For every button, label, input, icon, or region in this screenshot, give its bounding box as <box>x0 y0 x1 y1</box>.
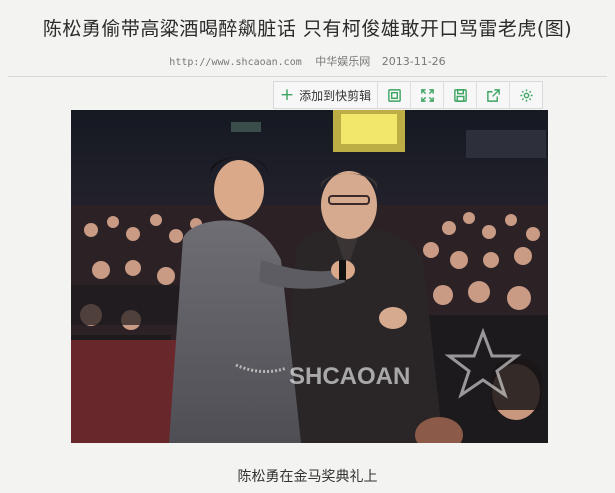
host-face <box>214 160 264 220</box>
add-to-clip-button[interactable]: + 添加到快剪辑 <box>274 82 378 108</box>
publish-date: 2013-11-26 <box>381 55 446 68</box>
article-meta: http://www.shcaoan.com 中华娱乐网 2013-11-26 <box>0 53 615 69</box>
settings-icon <box>519 88 533 102</box>
article-photo: SHCAOAN <box>71 110 548 443</box>
source-name: 中华娱乐网 <box>315 55 371 68</box>
source-url[interactable]: http://www.shcaoan.com <box>169 57 301 68</box>
divider <box>8 76 607 77</box>
expand-icon <box>420 88 434 102</box>
frame-icon <box>387 88 401 102</box>
plus-icon: + <box>279 84 295 105</box>
save-icon <box>453 88 467 102</box>
image-toolbar: + 添加到快剪辑 <box>273 81 543 109</box>
man-dark-suit <box>283 228 443 443</box>
red-seats <box>71 340 181 443</box>
ceremony-photo: SHCAOAN <box>71 110 548 443</box>
exit-sign <box>231 122 261 132</box>
watermark: SHCAOAN <box>289 363 410 390</box>
share-button[interactable] <box>477 82 510 108</box>
expand-button[interactable] <box>411 82 444 108</box>
balcony <box>466 130 546 158</box>
article-title: 陈松勇偷带高粱酒喝醉飙脏话 只有柯俊雄敢开口骂雷老虎(图) <box>42 18 573 40</box>
photo-caption: 陈松勇在金马奖典礼上 <box>237 469 378 485</box>
share-icon <box>486 88 500 102</box>
stage-light-core <box>341 114 397 144</box>
add-to-clip-label: 添加到快剪辑 <box>299 88 372 103</box>
save-button[interactable] <box>444 82 477 108</box>
frame-button[interactable] <box>378 82 411 108</box>
settings-button[interactable] <box>510 82 542 108</box>
